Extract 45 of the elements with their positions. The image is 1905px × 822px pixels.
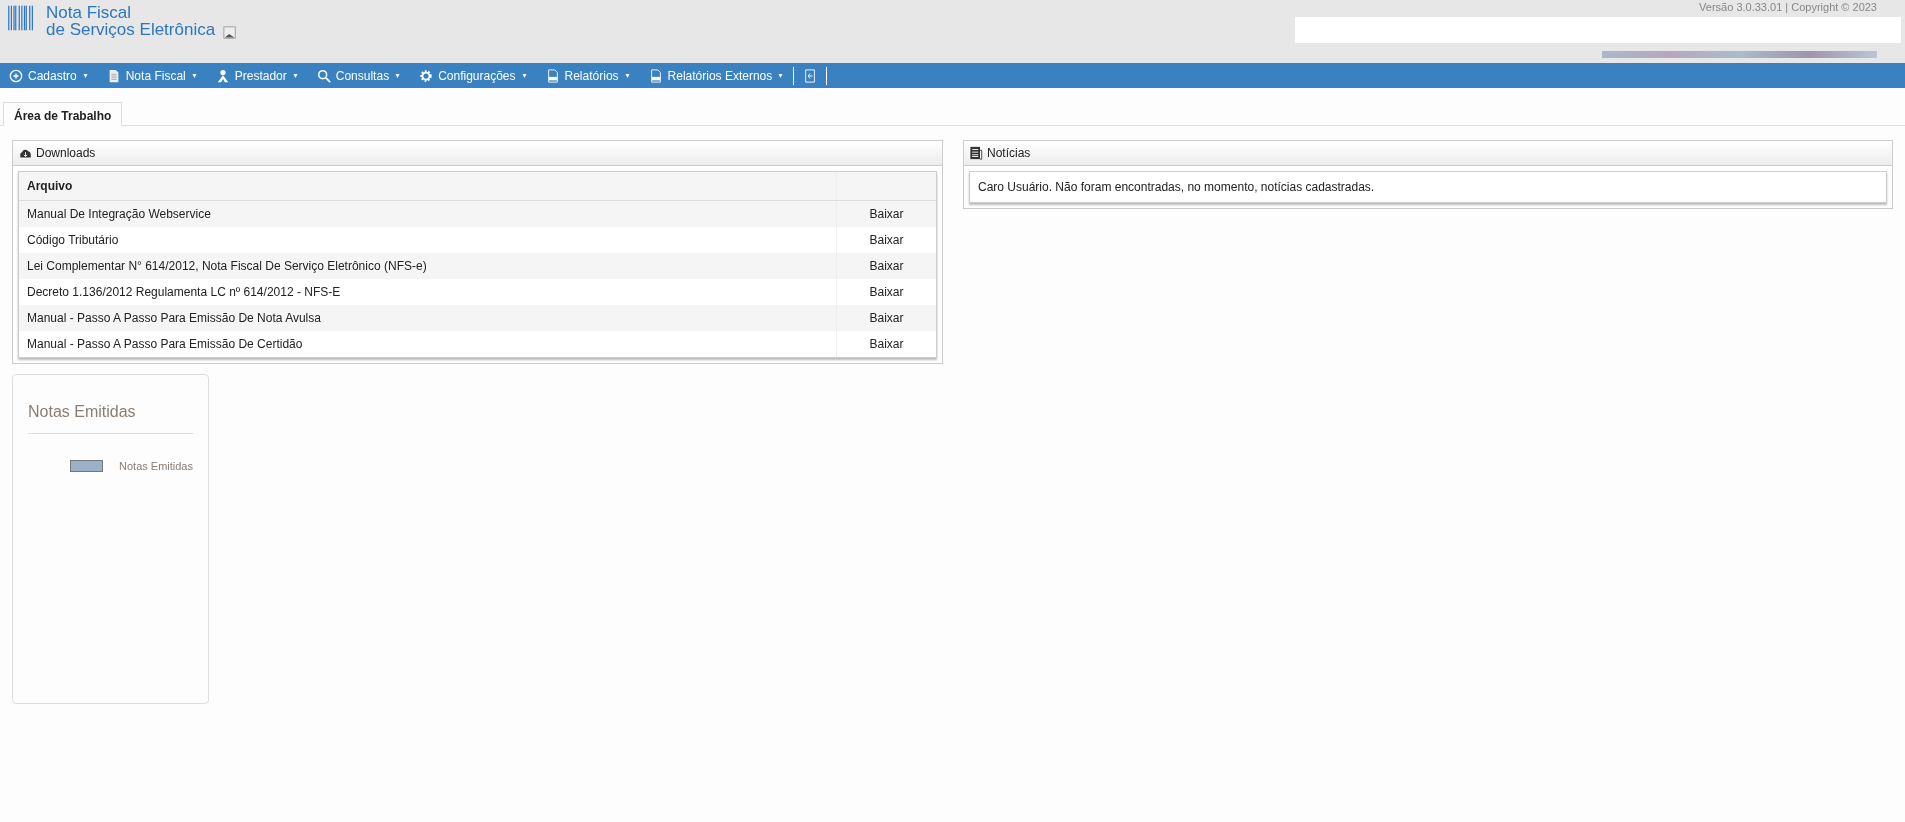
panel-title: Notícias (987, 145, 1031, 162)
plus-circle-icon (9, 68, 23, 83)
chart-title: Notas Emitidas (28, 390, 193, 434)
file-name: Código Tributário (26, 232, 120, 249)
caret-icon (81, 73, 89, 78)
download-link[interactable]: Baixar (869, 231, 904, 249)
menu-item[interactable]: Consultas (307, 63, 411, 88)
broken-image-icon (223, 26, 238, 40)
panel-title: Downloads (36, 145, 96, 162)
news-message: Caro Usuário. Não foram encontradas, no momento, notícias cadastradas. (978, 179, 1376, 196)
menu-item[interactable]: Relatórios (536, 63, 640, 88)
pdf-document-icon (545, 68, 560, 83)
legend-label: Notas Emitidas (119, 459, 193, 474)
caret-icon (520, 73, 528, 78)
menu-item[interactable]: Prestador (206, 63, 308, 88)
download-link[interactable]: Baixar (869, 309, 904, 327)
download-link[interactable]: Baixar (869, 335, 904, 353)
newspaper-icon (969, 146, 984, 160)
version-text: Versão 3.0.33.01 | Copyright © 2023 (1699, 1, 1878, 13)
logo-title: Nota Fiscal (46, 4, 133, 21)
logo-subtitle: de Serviços Eletrônica (46, 21, 216, 38)
caret-icon (291, 73, 299, 78)
tab[interactable]: Área de Trabalho (3, 102, 123, 126)
person-icon (215, 68, 230, 83)
gear-icon (419, 68, 434, 83)
pdf-document-icon (648, 68, 663, 83)
file-name: Decreto 1.136/2012 Regulamenta LC nº 614/2012 - NFS-E (26, 284, 342, 301)
menu-item[interactable]: Relatórios Externos (639, 63, 794, 88)
caret-icon (777, 73, 785, 78)
file-name: Manual - Passo A Passo Para Emissão De Certidão (26, 336, 304, 353)
download-link[interactable]: Baixar (869, 283, 904, 301)
file-name: Manual De Integração Webservice (26, 206, 212, 223)
caret-icon (394, 73, 402, 78)
menu-item[interactable]: Configurações (410, 63, 537, 88)
caret-icon (623, 73, 631, 78)
search-icon (316, 68, 331, 83)
file-name: Lei Complementar N° 614/2012, Nota Fiscal De Serviço Eletrônico (NFS-e) (26, 258, 428, 275)
door-exit-icon (803, 68, 818, 83)
download-link[interactable]: Baixar (869, 205, 904, 223)
caret-icon (190, 73, 198, 78)
column-header: Arquivo (26, 178, 74, 195)
menu-item[interactable]: Nota Fiscal (97, 63, 207, 88)
file-name: Manual - Passo A Passo Para Emissão De Nota Avulsa (26, 310, 322, 327)
download-link[interactable]: Baixar (869, 257, 904, 275)
menu-item[interactable]: Cadastro (0, 63, 98, 88)
